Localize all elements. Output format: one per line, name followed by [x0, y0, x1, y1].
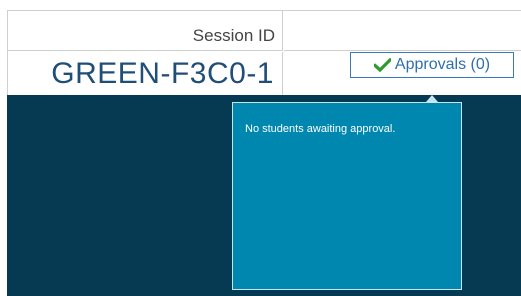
- header-empty-cell: [284, 11, 521, 51]
- session-label-cell: Session ID: [8, 11, 283, 51]
- session-value-cell: GREEN-F3C0-1: [8, 52, 283, 96]
- approvals-popover: No students awaiting approval.: [232, 102, 462, 290]
- no-approvals-message: No students awaiting approval.: [245, 123, 396, 135]
- approvals-button[interactable]: Approvals (0): [350, 52, 514, 78]
- session-id-value: GREEN-F3C0-1: [51, 57, 274, 90]
- popover-arrow: [426, 95, 438, 102]
- session-header: Session ID GREEN-F3C0-1 Approvals (0) No…: [0, 0, 521, 296]
- approvals-button-label: Approvals (0): [394, 56, 491, 73]
- check-icon: [373, 58, 391, 72]
- session-id-label: Session ID: [192, 26, 275, 45]
